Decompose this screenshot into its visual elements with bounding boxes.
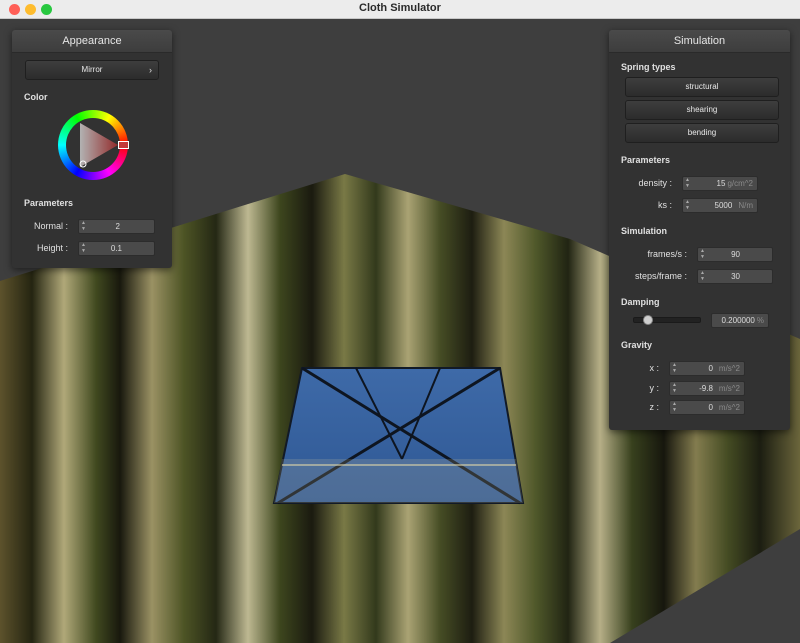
density-value: 15: [716, 179, 726, 188]
height-label: Height :: [36, 243, 68, 253]
color-section-label: Color: [24, 92, 48, 102]
stepper-icon[interactable]: ▲ ▼: [81, 242, 86, 254]
stepper-icon[interactable]: ▲ ▼: [685, 199, 690, 211]
title-bar: Cloth Simulator: [0, 0, 800, 19]
damping-slider[interactable]: [633, 315, 701, 325]
damping-input[interactable]: 0.200000%: [711, 313, 769, 328]
gravity-y-unit: m/s^2: [718, 384, 740, 393]
steps-per-frame-label: steps/frame :: [634, 271, 687, 281]
chevron-right-icon: ›: [149, 65, 152, 75]
gravity-y-label: y :: [649, 383, 659, 393]
damping-value: 0.200000: [721, 316, 755, 325]
steps-per-frame-input[interactable]: ▲ ▼ 30: [697, 269, 773, 284]
appearance-parameters-label: Parameters: [24, 198, 74, 208]
height-value: 0.1: [110, 244, 122, 253]
damping-slider-thumb[interactable]: [643, 315, 653, 325]
stepper-icon[interactable]: ▲ ▼: [672, 401, 677, 413]
frames-per-second-label: frames/s :: [647, 249, 687, 259]
density-label: density :: [638, 178, 672, 188]
density-input[interactable]: ▲ ▼ 15 g/cm^2: [682, 176, 758, 191]
gravity-x-value: 0: [708, 364, 713, 373]
height-input[interactable]: ▲ ▼ 0.1: [78, 241, 155, 256]
appearance-panel-title: Appearance: [12, 30, 172, 53]
gravity-x-label: x :: [649, 363, 659, 373]
stepper-icon[interactable]: ▲ ▼: [672, 362, 677, 374]
shader-dropdown[interactable]: Mirror ›: [25, 60, 159, 80]
simulation-section-label: Simulation: [621, 226, 668, 236]
ks-label: ks :: [657, 200, 672, 210]
gravity-label: Gravity: [621, 340, 653, 350]
ks-value: 5000: [714, 201, 733, 210]
damping-unit: %: [756, 316, 764, 325]
gravity-z-label: z :: [649, 402, 659, 412]
spring-types-label: Spring types: [621, 62, 676, 72]
gravity-y-value: -9.8: [699, 384, 713, 393]
gravity-z-unit: m/s^2: [718, 403, 740, 412]
shader-dropdown-value: Mirror: [81, 65, 103, 74]
structural-button[interactable]: structural: [625, 77, 779, 97]
gravity-z-input[interactable]: ▲ ▼ 0 m/s^2: [669, 400, 745, 415]
parameters-label: Parameters: [621, 155, 671, 165]
damping-label: Damping: [621, 297, 660, 307]
normal-value: 2: [115, 222, 120, 231]
normal-input[interactable]: ▲ ▼ 2: [78, 219, 155, 234]
density-unit: g/cm^2: [727, 179, 753, 188]
ks-unit: N/m: [738, 201, 753, 210]
render-viewport[interactable]: Appearance Mirror › Color Parameters Nor…: [0, 19, 800, 643]
normal-label: Normal :: [33, 221, 68, 231]
stepper-icon[interactable]: ▲ ▼: [700, 270, 705, 282]
gravity-z-value: 0: [708, 403, 713, 412]
ks-input[interactable]: ▲ ▼ 5000 N/m: [682, 198, 758, 213]
bending-button[interactable]: bending: [625, 123, 779, 143]
window-title: Cloth Simulator: [359, 2, 441, 14]
stepper-icon[interactable]: ▲ ▼: [685, 177, 690, 189]
hue-selector-handle[interactable]: [118, 141, 129, 149]
mirror-cloth: [272, 366, 525, 505]
gravity-y-input[interactable]: ▲ ▼ -9.8 m/s^2: [669, 381, 745, 396]
stepper-icon[interactable]: ▲ ▼: [672, 382, 677, 394]
appearance-panel: Appearance Mirror › Color Parameters Nor…: [12, 30, 172, 268]
fps-value: 90: [731, 250, 740, 259]
stepper-icon[interactable]: ▲ ▼: [700, 248, 705, 260]
frames-per-second-input[interactable]: ▲ ▼ 90: [697, 247, 773, 262]
shearing-button[interactable]: shearing: [625, 100, 779, 120]
color-wheel[interactable]: [58, 110, 129, 180]
simulation-panel-title: Simulation: [609, 30, 790, 53]
stepper-icon[interactable]: ▲ ▼: [81, 220, 86, 232]
simulation-panel: Simulation Spring types structural shear…: [609, 30, 790, 430]
steps-value: 30: [731, 272, 740, 281]
gravity-x-input[interactable]: ▲ ▼ 0 m/s^2: [669, 361, 745, 376]
gravity-x-unit: m/s^2: [718, 364, 740, 373]
